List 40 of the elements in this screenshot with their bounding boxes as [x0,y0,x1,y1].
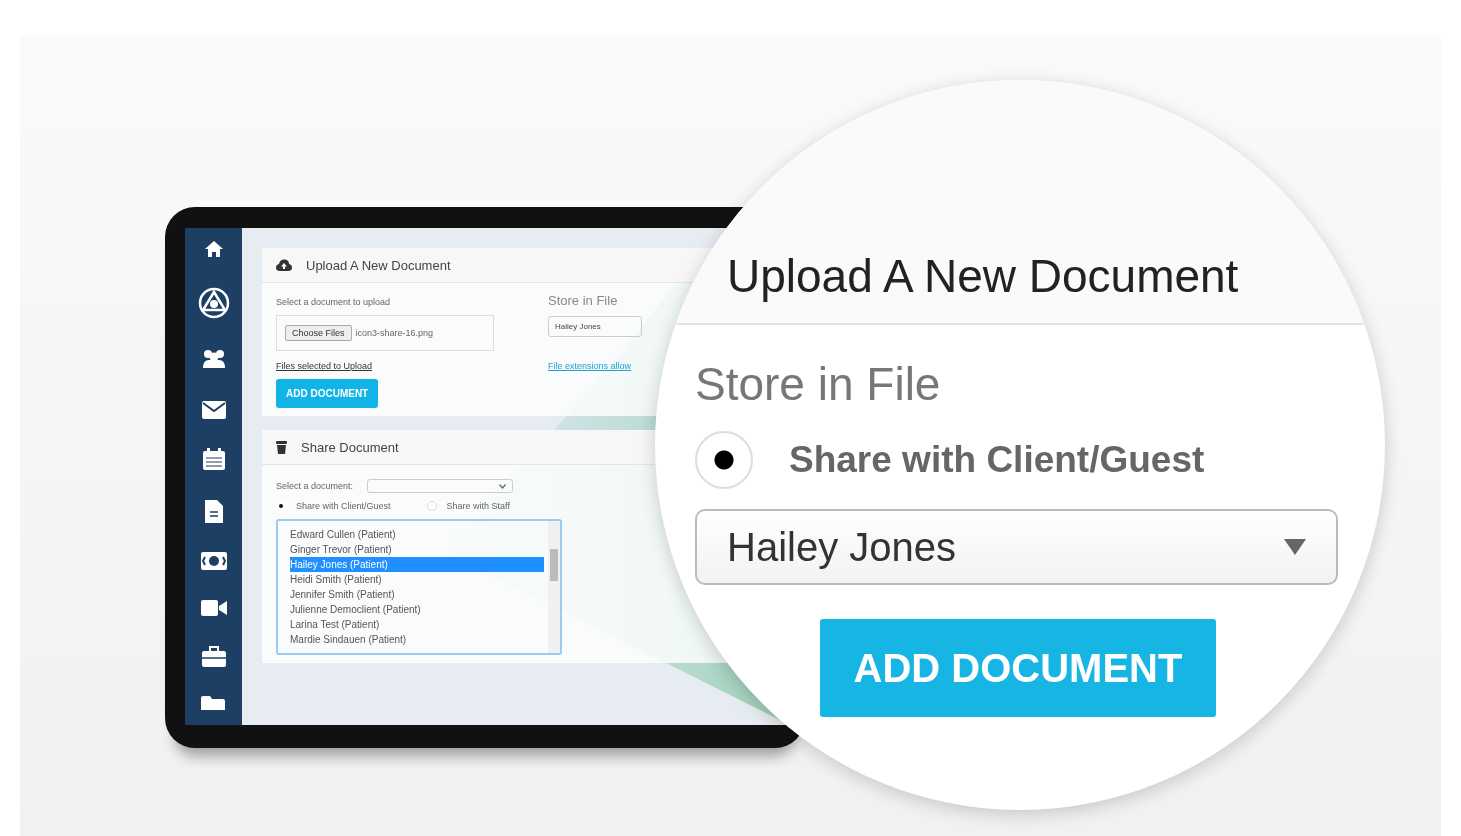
magnified-field-label: Store in File [695,357,941,411]
list-item[interactable]: Ginger Trevor (Patient) [290,542,544,557]
folder-icon[interactable] [200,696,227,710]
scrollbar[interactable] [548,521,560,653]
radio-label: Share with Staff [446,501,510,511]
store-in-file-select[interactable]: Hailey Jones [548,316,642,337]
panel-title: Share Document [301,439,399,455]
triangle-circle-icon[interactable] [197,287,230,320]
select-value: Hailey Jones [727,524,956,570]
choose-files-button[interactable]: Choose Files [285,325,352,341]
list-item[interactable]: Edward Cullen (Patient) [290,527,544,542]
magnified-title: Upload A New Document [727,249,1239,303]
chevron-down-icon [499,483,507,489]
document-icon[interactable] [204,499,223,523]
field-label: Select a document to upload [276,297,391,307]
panel-title: Upload A New Document [306,257,451,273]
list-item[interactable]: Larina Test (Patient) [290,617,544,632]
recipient-listbox[interactable]: Edward Cullen (Patient) Ginger Trevor (Patient) Hailey Jones (Patient) Heidi Smith (Patient) Jennifer Smith (Patient) Julienne Democlient (Patient) Larina Test (Patient) Mardie Sindauen (Patient) [276,519,562,655]
field-label: Select a document: [276,481,354,491]
mail-icon[interactable] [201,401,226,420]
radio-button[interactable] [426,501,437,511]
file-input[interactable]: Choose Files icon3-share-16.png [276,315,494,351]
cloud-upload-icon [276,259,292,271]
file-name: icon3-share-16.png [355,328,434,338]
files-selected-link[interactable]: Files selected to Upload [276,361,373,371]
trash-icon [276,440,287,454]
home-icon[interactable] [203,240,224,258]
dropdown-arrow-icon [1284,539,1306,555]
radio-label: Share with Client/Guest [789,439,1205,481]
list-item[interactable]: Julienne Democlient (Patient) [290,602,544,617]
list-item[interactable]: Jennifer Smith (Patient) [290,587,544,602]
briefcase-icon[interactable] [201,645,226,667]
money-icon[interactable] [200,551,227,570]
list-item[interactable]: Mardie Sindauen (Patient) [290,632,544,647]
radio-label: Share with Client/Guest [296,501,391,511]
list-item[interactable]: Heidi Smith (Patient) [290,572,544,587]
calendar-icon[interactable] [202,448,225,471]
field-label: Store in File [548,293,618,308]
video-camera-icon[interactable] [200,598,227,617]
magnified-select[interactable]: Hailey Jones [695,509,1338,585]
